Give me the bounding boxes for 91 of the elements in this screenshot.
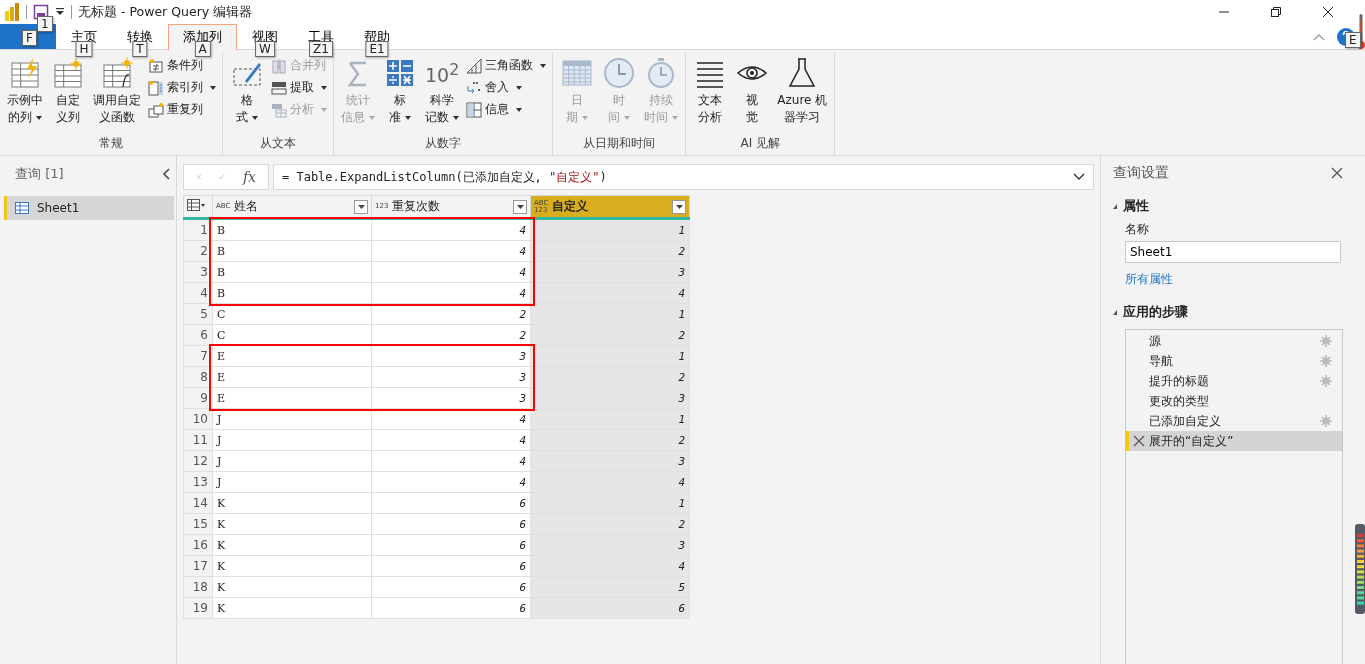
duplicate-column-icon	[148, 101, 164, 118]
index-column-icon	[148, 79, 164, 96]
ribbon-button[interactable]: 文本 分析	[690, 52, 731, 135]
table-icon	[15, 202, 29, 214]
table-cell: 4	[371, 218, 531, 241]
filter-button[interactable]	[354, 199, 368, 214]
extract-icon	[271, 79, 287, 96]
expand-triangle-icon[interactable]	[1113, 310, 1117, 315]
caret-icon	[675, 204, 683, 209]
keytip: 1	[37, 16, 53, 32]
section-heading: 属性	[1123, 198, 1149, 215]
name-field[interactable]: Sheet1	[1125, 241, 1341, 263]
ribbon-button[interactable]: 提取	[269, 77, 329, 98]
keytip: A	[194, 41, 211, 57]
table-menu-button[interactable]	[183, 195, 213, 219]
group-label: AI 见解	[739, 135, 782, 152]
ribbon-button[interactable]: 10$^{2}$ 科学 记数	[422, 52, 463, 135]
panel-title: 查询设置	[1113, 164, 1169, 182]
row-number: 12	[183, 450, 213, 472]
caret-icon	[357, 204, 365, 209]
table-function-icon	[101, 57, 133, 89]
applied-step[interactable]: 提升的标题	[1126, 371, 1342, 391]
expand-icon[interactable]	[1073, 173, 1085, 181]
function-button[interactable]: fx	[242, 169, 256, 185]
row-number: 18	[183, 576, 213, 598]
group-label: 从数字	[424, 135, 463, 152]
keytip: H	[75, 41, 93, 57]
expand-triangle-icon[interactable]	[1113, 204, 1117, 209]
app-logo-icon	[4, 3, 20, 21]
keytip: E1	[365, 41, 389, 57]
keytip: Z1	[309, 41, 333, 57]
ribbon-button[interactable]: 索引列	[146, 77, 218, 98]
window-title: 无标题 - Power Query 编辑器	[78, 3, 253, 21]
applied-step[interactable]: 已添加自定义	[1126, 411, 1342, 431]
keytip: F	[22, 30, 37, 46]
ribbon-button[interactable]: Azure 机 器学习	[774, 52, 831, 135]
ribbon-button[interactable]: 舍入	[464, 77, 549, 98]
all-properties-link[interactable]: 所有属性	[1125, 271, 1173, 288]
ribbon-button[interactable]: 条件列	[146, 55, 218, 76]
field-label: 名称	[1125, 221, 1150, 238]
triangle-icon	[466, 57, 483, 74]
restore-icon[interactable]	[1270, 6, 1282, 18]
clock-icon	[603, 57, 636, 89]
ribbon-button[interactable]: 信息	[464, 99, 549, 120]
table-icon	[187, 199, 205, 211]
row-number: 16	[183, 534, 213, 556]
filter-button[interactable]	[513, 199, 527, 214]
caret-icon	[516, 204, 524, 209]
calendar-icon	[561, 57, 594, 89]
arithmetic-icon	[384, 57, 416, 89]
ribbon-button[interactable]: 重复列	[146, 99, 218, 120]
filter-button[interactable]	[672, 199, 686, 214]
formula-field[interactable]: = Table.ExpandListColumn(已添加自定义, "自定义")	[273, 164, 1094, 190]
info-grid-icon	[466, 101, 483, 118]
collapse-icon[interactable]	[162, 168, 170, 180]
row-number: 14	[183, 492, 213, 514]
row-number: 13	[183, 471, 213, 493]
close-icon[interactable]	[1322, 6, 1334, 18]
applied-step[interactable]: 源	[1126, 331, 1342, 351]
keytip: T	[132, 41, 148, 57]
close-icon[interactable]	[1331, 167, 1343, 179]
dropdown-icon[interactable]	[55, 7, 65, 17]
applied-step[interactable]: 展开的“自定义”	[1126, 431, 1342, 451]
table-star-icon	[52, 57, 84, 89]
delete-icon[interactable]	[1133, 435, 1145, 447]
parse-icon	[271, 101, 287, 118]
rounding-icon	[466, 79, 483, 96]
ribbon-button[interactable]: 视 觉	[732, 52, 773, 135]
conditional-column-icon	[148, 57, 164, 74]
formula-text: = Table.ExpandListColumn(已添加自定义, "自定义")	[282, 168, 607, 186]
ribbon-button[interactable]: 三角函数	[464, 55, 549, 76]
table-lightning-icon	[9, 57, 41, 89]
table-cell: B	[212, 218, 372, 241]
collapse-ribbon-icon[interactable]	[1313, 33, 1325, 41]
panel-title: 查询 [1]	[15, 165, 64, 183]
section-heading: 应用的步骤	[1123, 304, 1188, 321]
group-label: 从文本	[259, 135, 297, 152]
row-number: 19	[183, 597, 213, 619]
merge-columns-icon	[271, 57, 287, 74]
row-number: 11	[183, 429, 213, 451]
level-meter-icon	[1355, 524, 1365, 614]
keytip: E	[1345, 32, 1361, 48]
applied-step[interactable]: 导航	[1126, 351, 1342, 371]
group-label: 从日期和时间	[582, 135, 657, 152]
row-number: 17	[183, 555, 213, 577]
query-item[interactable]: Sheet1	[4, 196, 174, 220]
applied-step[interactable]: 更改的类型	[1126, 391, 1342, 411]
row-number: 15	[183, 513, 213, 535]
keytip: W	[255, 41, 275, 57]
ribbon-button[interactable]: 示例中 的列	[4, 52, 46, 135]
group-label: 常规	[98, 135, 124, 152]
